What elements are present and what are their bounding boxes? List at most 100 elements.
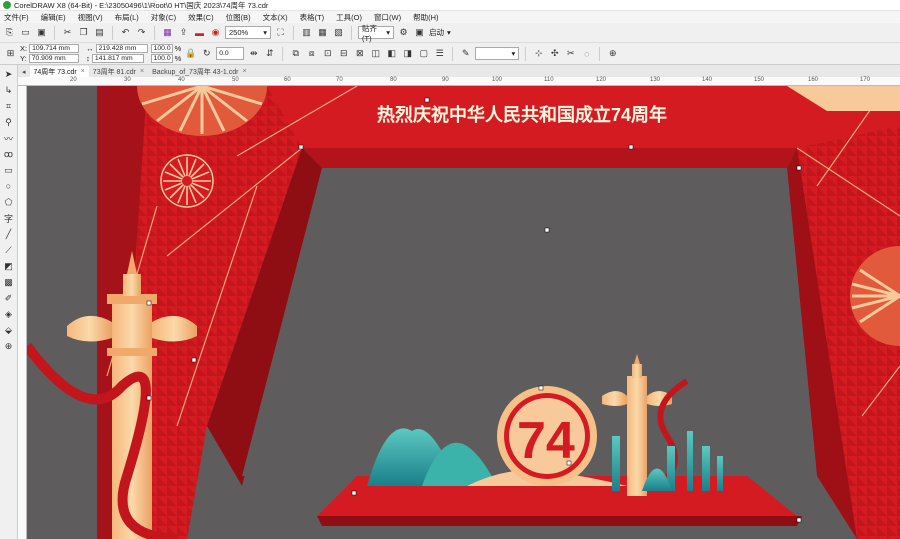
- menu-layout[interactable]: 布局(L): [115, 12, 139, 23]
- drawing-canvas[interactable]: 热烈庆祝中华人民共和国成立74周年 74: [27, 86, 900, 539]
- polygon-tool-icon[interactable]: ⬠: [2, 196, 15, 208]
- align-icon[interactable]: ☰: [433, 47, 446, 60]
- vertical-ruler[interactable]: [18, 86, 27, 539]
- menu-tools[interactable]: 工具(O): [336, 12, 362, 23]
- drop-shadow-icon[interactable]: ◩: [2, 260, 15, 272]
- front-minus-back-icon[interactable]: ▢: [417, 47, 430, 60]
- width-input[interactable]: 219.428 mm: [95, 44, 148, 53]
- snap-to-select[interactable]: 贴齐(T) ▾: [358, 24, 394, 43]
- convert-to-curves-icon[interactable]: ◌: [580, 47, 593, 60]
- import-icon[interactable]: ▦: [161, 26, 174, 39]
- new-document-icon[interactable]: ⎘: [3, 26, 16, 39]
- rectangle-tool-icon[interactable]: ▭: [2, 164, 15, 176]
- scale-width-input[interactable]: 100.0: [150, 44, 173, 53]
- close-icon[interactable]: ×: [242, 68, 246, 75]
- percent-label: %: [174, 44, 182, 53]
- close-icon[interactable]: ×: [81, 68, 85, 75]
- object-origin-icon[interactable]: ⊞: [4, 47, 17, 60]
- add-tool-icon[interactable]: ⊕: [2, 340, 15, 352]
- tab-document-1[interactable]: 74周年 73.cdr ×: [29, 66, 89, 77]
- show-grid-icon[interactable]: ▦: [316, 26, 329, 39]
- menu-table[interactable]: 表格(T): [300, 12, 325, 23]
- undo-icon[interactable]: ↶: [119, 26, 132, 39]
- lock-ratio-icon[interactable]: 🔒: [184, 47, 197, 60]
- cut-icon[interactable]: ✂: [61, 26, 74, 39]
- copy-icon[interactable]: ❐: [77, 26, 90, 39]
- intersect-icon[interactable]: ◧: [385, 47, 398, 60]
- save-icon[interactable]: ▣: [35, 26, 48, 39]
- menu-help[interactable]: 帮助(H): [413, 12, 438, 23]
- mirror-horizontal-icon[interactable]: ⇹: [247, 47, 260, 60]
- transparency-tool-icon[interactable]: ▩: [2, 276, 15, 288]
- export-icon[interactable]: ⇪: [177, 26, 190, 39]
- close-icon[interactable]: ×: [140, 68, 144, 75]
- position-fields: X: 109.714 mm Y: 70.909 mm: [20, 44, 80, 63]
- top-inner-bevel: [302, 148, 797, 168]
- interactive-fill-icon[interactable]: ◈: [2, 308, 15, 320]
- tab-document-3[interactable]: Backup_of_73周年 43-1.cdr ×: [148, 66, 250, 77]
- divider: [54, 25, 55, 40]
- menu-view[interactable]: 视图(V): [78, 12, 103, 23]
- full-screen-icon[interactable]: ⛶: [274, 26, 287, 39]
- outline-width-select[interactable]: ▾: [475, 47, 520, 60]
- x-position-input[interactable]: 109.714 mm: [29, 44, 80, 53]
- add-preset-icon[interactable]: ⊕: [606, 47, 619, 60]
- tab-document-2[interactable]: 73周年 81.cdr ×: [89, 66, 148, 77]
- menu-object[interactable]: 对象(C): [151, 12, 176, 23]
- title-bar: CorelDRAW X8 (64-Bit) - E:\23050496\1\Ro…: [0, 0, 900, 11]
- artistic-media-icon[interactable]: ꝏ: [2, 148, 15, 160]
- zoom-tool-icon[interactable]: ⚲: [2, 116, 15, 128]
- simplify-icon[interactable]: ◨: [401, 47, 414, 60]
- show-guidelines-icon[interactable]: ▧: [332, 26, 345, 39]
- node-edit-icon[interactable]: ✣: [548, 47, 561, 60]
- launch-icon[interactable]: ▣: [413, 26, 426, 39]
- tab-arrow[interactable]: ◂: [18, 66, 30, 77]
- smart-fill-icon[interactable]: ⬙: [2, 324, 15, 336]
- open-folder-icon[interactable]: ▭: [19, 26, 32, 39]
- mirror-vertical-icon[interactable]: ⇵: [263, 47, 276, 60]
- wrap-text-icon[interactable]: ⊹: [532, 47, 545, 60]
- menu-edit[interactable]: 编辑(E): [41, 12, 66, 23]
- break-apart-icon[interactable]: ✂: [564, 47, 577, 60]
- group-icon[interactable]: ⧉: [289, 47, 302, 60]
- horizontal-ruler[interactable]: 20 30 40 50 60 70 80 90 100 110 120 130 …: [18, 77, 900, 86]
- ungroup-all-icon[interactable]: ⊡: [321, 47, 334, 60]
- ungroup-icon[interactable]: ⧈: [305, 47, 318, 60]
- combine-icon[interactable]: ⊟: [337, 47, 350, 60]
- weld-icon[interactable]: ⊠: [353, 47, 366, 60]
- y-position-input[interactable]: 70.909 mm: [28, 54, 79, 63]
- ellipse-tool-icon[interactable]: ○: [2, 180, 15, 192]
- rotation-angle-input[interactable]: 0.0: [216, 47, 245, 60]
- width-icon: ↔: [86, 44, 94, 53]
- redo-icon[interactable]: ↷: [135, 26, 148, 39]
- menu-bitmaps[interactable]: 位图(B): [226, 12, 251, 23]
- height-input[interactable]: 141.817 mm: [91, 54, 144, 63]
- chevron-down-icon[interactable]: ▾: [447, 28, 451, 37]
- menu-text[interactable]: 文本(X): [263, 12, 288, 23]
- publish-pdf-icon[interactable]: ▬: [193, 26, 206, 39]
- show-rulers-icon[interactable]: ▥: [300, 26, 313, 39]
- shape-tool-icon[interactable]: ↳: [2, 84, 15, 96]
- app-launcher-icon[interactable]: ◉: [209, 26, 222, 39]
- tab-label: 73周年 81.cdr: [92, 68, 136, 76]
- ruler-label: 70: [336, 77, 343, 83]
- connector-tool-icon[interactable]: ╱: [2, 228, 15, 240]
- crop-tool-icon[interactable]: ⌗: [2, 100, 15, 112]
- freehand-tool-icon[interactable]: 〰: [2, 132, 15, 144]
- outline-pen-icon[interactable]: ✎: [459, 47, 472, 60]
- trim-icon[interactable]: ◫: [369, 47, 382, 60]
- menu-file[interactable]: 文件(F): [4, 12, 29, 23]
- launch-label[interactable]: 启动: [429, 27, 444, 38]
- rotation-icon[interactable]: ↻: [200, 47, 213, 60]
- menu-effects[interactable]: 效果(C): [188, 12, 213, 23]
- paste-icon[interactable]: ▤: [93, 26, 106, 39]
- text-tool-icon[interactable]: 字: [2, 212, 15, 224]
- blend-tool-icon[interactable]: ⟋: [2, 244, 15, 256]
- scale-height-input[interactable]: 100.0: [150, 54, 173, 63]
- pick-tool-icon[interactable]: ➤: [2, 68, 15, 80]
- options-gear-icon[interactable]: ⚙: [397, 26, 410, 39]
- eyedropper-icon[interactable]: ✐: [2, 292, 15, 304]
- standard-toolbar: ⎘ ▭ ▣ ✂ ❐ ▤ ↶ ↷ ▦ ⇪ ▬ ◉ 250% ▾ ⛶ ▥ ▦ ▧ 贴齐…: [0, 23, 900, 43]
- zoom-level-select[interactable]: 250% ▾: [225, 26, 271, 39]
- menu-window[interactable]: 窗口(W): [374, 12, 401, 23]
